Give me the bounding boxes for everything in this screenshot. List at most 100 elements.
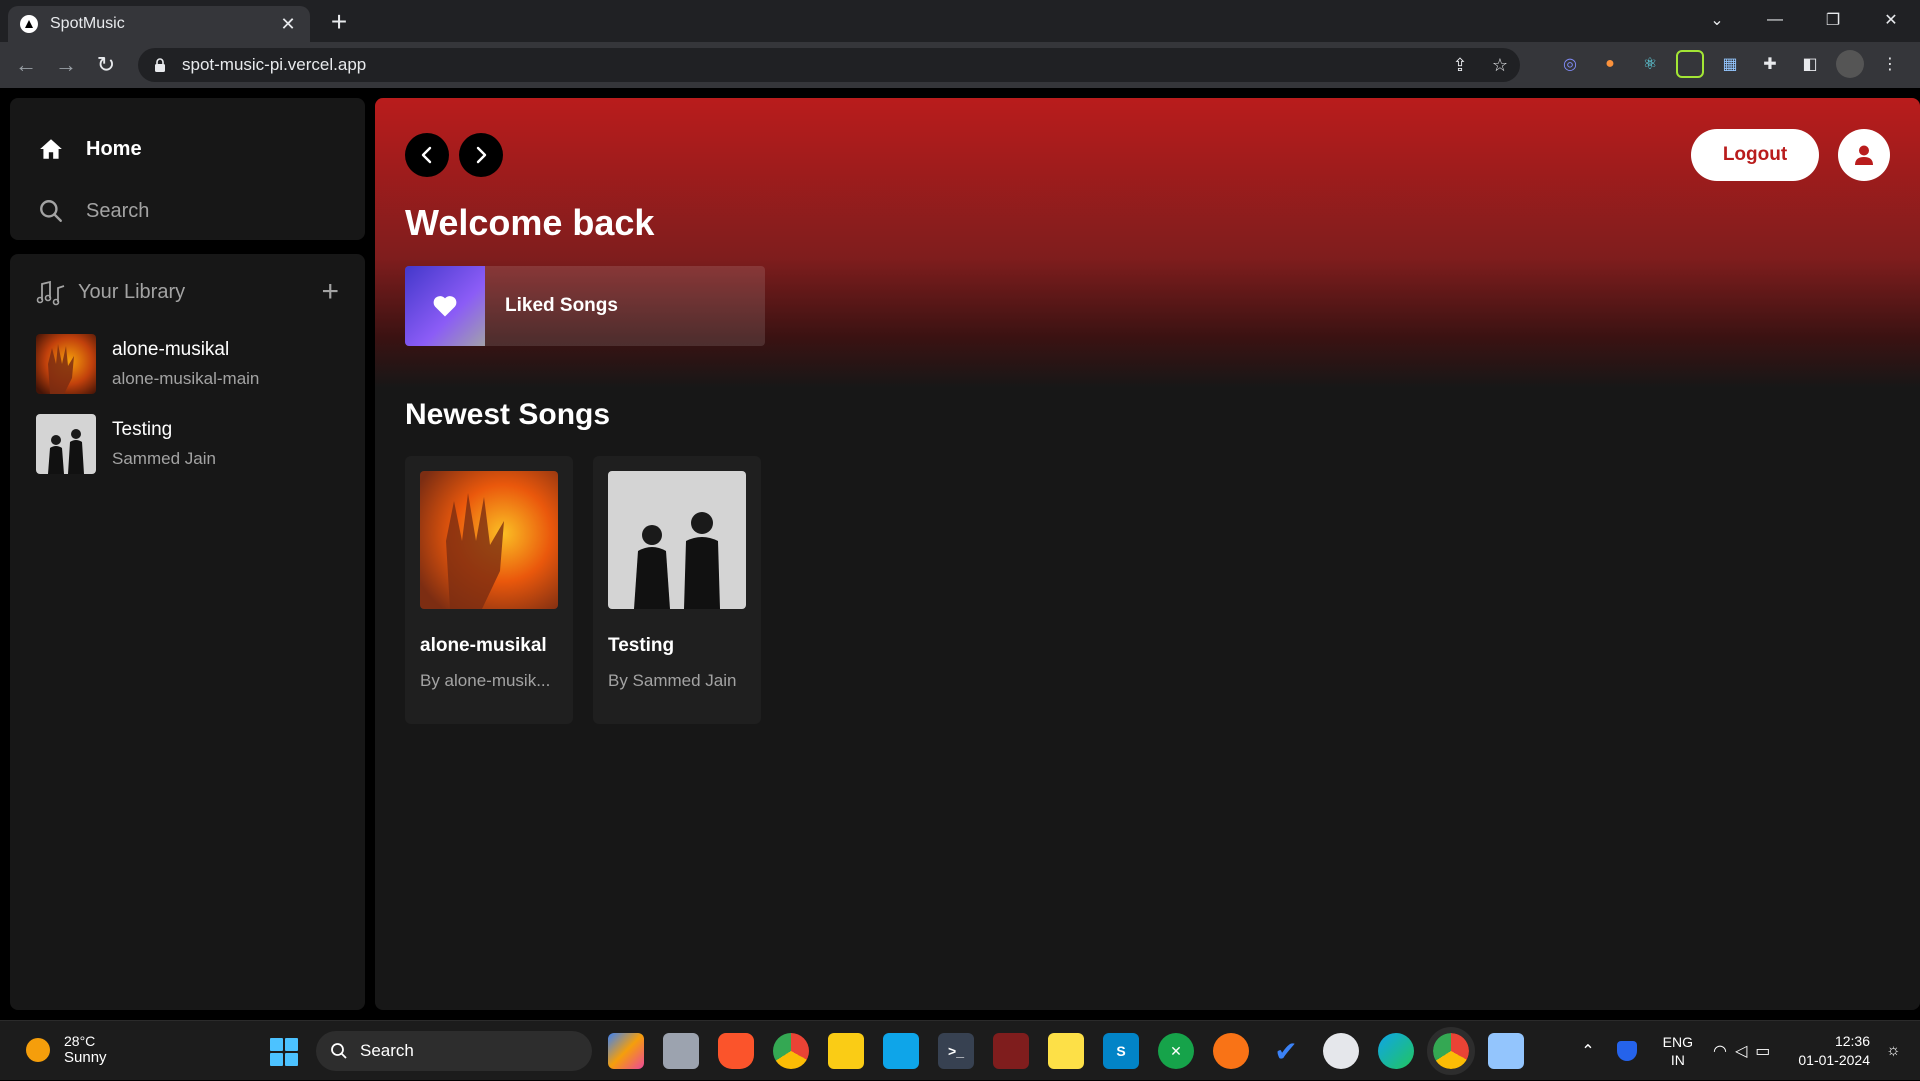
postman-icon[interactable] [1213,1033,1249,1069]
todo-icon[interactable]: ✔ [1268,1033,1304,1069]
task-view-icon[interactable] [663,1033,699,1069]
copilot-icon[interactable] [608,1033,644,1069]
library-item[interactable]: alone-musikal alone-musikal-main [36,334,339,394]
app-icon[interactable] [993,1033,1029,1069]
window-close-icon[interactable]: ✕ [1862,0,1920,40]
taskbar-search[interactable]: Search [316,1031,592,1071]
extension-icon[interactable] [1676,50,1704,78]
extensions-bar: ◎ ● ⚛ ▦ ✚ ◧ ⋮ [1556,50,1904,78]
resource-monitor-icon[interactable] [1488,1033,1524,1069]
sticky-notes-icon[interactable] [1048,1033,1084,1069]
extension-icon[interactable]: ● [1596,50,1624,78]
logout-button[interactable]: Logout [1691,129,1819,181]
chrome-menu-icon[interactable]: ⋮ [1876,50,1904,78]
edge-icon[interactable] [1378,1033,1414,1069]
url-text: spot-music-pi.vercel.app [182,55,367,74]
search-icon [331,1043,347,1059]
clock-icon[interactable] [1323,1033,1359,1069]
taskbar-apps: >_ S ✕ ✔ [608,1027,1524,1075]
file-explorer-icon[interactable] [828,1033,864,1069]
library-item-subtitle: alone-musikal-main [112,369,260,388]
skype-icon[interactable]: S [1103,1033,1139,1069]
sidebar-nav: Home Search [10,98,365,240]
sidebar-item-label: Search [86,199,150,222]
chrome-icon[interactable] [773,1033,809,1069]
bw-duo-cover [608,471,746,609]
library-item[interactable]: Testing Sammed Jain [36,414,339,474]
main-content: Logout Welcome back Liked Songs Newest S… [375,98,1920,1010]
address-bar[interactable]: spot-music-pi.vercel.app ⇪ ☆ [138,48,1520,82]
song-author: By Sammed Jain [608,671,737,690]
new-tab-button[interactable]: + [324,8,354,38]
weather-temp: 28°C [64,1033,96,1049]
bw-duo-cover [36,414,96,474]
sidebar-item-home[interactable]: Home [38,118,337,180]
liked-songs-button[interactable]: Liked Songs [405,266,765,346]
os-taskbar: 28°C Sunny Search >_ S ✕ ✔ ⌃ ENG IN ◠◁▭ … [0,1020,1920,1080]
brave-icon[interactable] [718,1033,754,1069]
song-title: alone-musikal [420,635,547,656]
clock-time: 12:36 [1834,1033,1870,1049]
sidebar-item-label: Home [86,137,142,160]
forward-arrow-button[interactable] [459,133,503,177]
section-heading: Newest Songs [405,398,611,431]
search-icon [40,200,62,222]
system-tray: ⌃ ENG IN ◠◁▭ 12:36 01-01-2024 ☼ [1581,1021,1920,1081]
user-profile-button[interactable] [1838,129,1890,181]
clock-date: 01-01-2024 [1798,1052,1870,1068]
tab-search-icon[interactable]: ⌄ [1688,0,1746,40]
chevron-left-icon [421,146,432,164]
library-music-icon [36,280,65,306]
terminal-icon[interactable]: >_ [938,1033,974,1069]
window-controls: ⌄ — ❐ ✕ [1688,0,1920,40]
xbox-icon[interactable]: ✕ [1158,1033,1194,1069]
windows-start-icon[interactable] [270,1038,298,1066]
notification-icon[interactable]: ☼ [1886,1042,1904,1060]
library-header: Your Library + [36,274,339,310]
song-author: By alone-musik... [420,671,551,690]
forward-icon[interactable]: → [46,45,86,85]
library-panel: Your Library + alone-musikal alone-musik… [10,254,365,1010]
site-favicon-icon [20,15,38,33]
browser-tab[interactable]: SpotMusic ✕ [8,6,310,42]
vscode-icon[interactable] [883,1033,919,1069]
back-arrow-button[interactable] [405,133,449,177]
lang-bottom: IN [1670,1052,1685,1068]
chevron-right-icon [476,146,487,164]
liked-songs-label: Liked Songs [505,295,618,316]
library-item-title: Testing [112,419,173,440]
taskbar-search-label: Search [360,1041,414,1060]
lock-icon [155,58,165,72]
song-card[interactable]: Testing By Sammed Jain [593,456,761,724]
song-card[interactable]: alone-musikal By alone-musik... [405,456,573,724]
extension-icon[interactable]: ◎ [1556,50,1584,78]
share-icon[interactable]: ⇪ [1440,55,1480,76]
library-title[interactable]: Your Library [78,281,321,304]
tab-close-icon[interactable]: ✕ [278,14,298,35]
clock[interactable]: 12:36 01-01-2024 [1798,1032,1870,1070]
side-panel-icon[interactable]: ◧ [1796,50,1824,78]
extension-icon[interactable]: ▦ [1716,50,1744,78]
back-icon[interactable]: ← [6,45,46,85]
browser-toolbar: ← → ↻ spot-music-pi.vercel.app ⇪ ☆ ◎ ● ⚛… [0,42,1920,88]
sidebar-item-search[interactable]: Search [38,180,337,242]
chrome-active-icon[interactable] [1427,1027,1475,1075]
show-hidden-icons-icon[interactable]: ⌃ [1581,1041,1594,1061]
bookmark-star-icon[interactable]: ☆ [1480,55,1520,76]
defender-shield-icon[interactable] [1616,1041,1637,1061]
add-song-button[interactable]: + [321,275,339,309]
restore-icon[interactable]: ❐ [1804,0,1862,40]
weather-widget[interactable]: 28°C Sunny [26,1033,107,1066]
wifi-volume-battery-icons[interactable]: ◠◁▭ [1713,1041,1778,1061]
language-indicator[interactable]: ENG IN [1663,1033,1693,1069]
song-title: Testing [608,635,675,656]
reload-icon[interactable]: ↻ [86,45,126,85]
profile-avatar[interactable] [1836,50,1864,78]
sun-icon [26,1037,50,1062]
home-icon [40,139,62,159]
react-devtools-icon[interactable]: ⚛ [1636,50,1664,78]
heart-icon [433,296,457,317]
extensions-puzzle-icon[interactable]: ✚ [1756,50,1784,78]
user-icon [1855,145,1873,165]
minimize-icon[interactable]: — [1746,0,1804,40]
